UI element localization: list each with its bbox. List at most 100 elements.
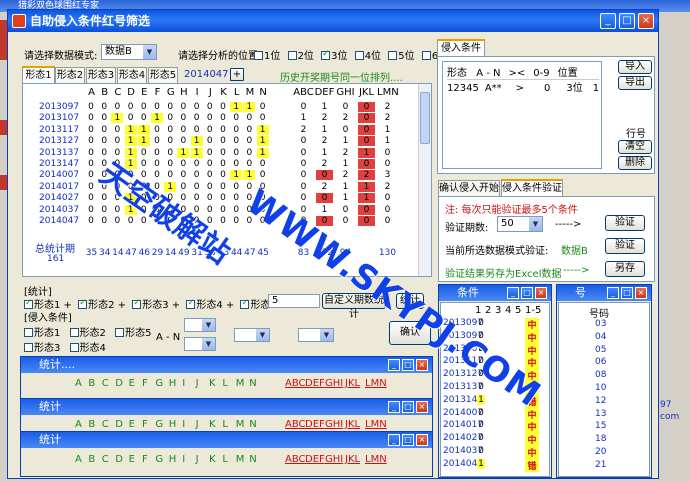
app-icon <box>12 14 26 28</box>
grid-total: 47 <box>244 248 256 258</box>
maximize-button[interactable]: □ <box>402 434 414 446</box>
maximize-button[interactable]: □ <box>402 401 414 413</box>
grid-group-cell: 2 <box>384 181 391 192</box>
stats-group-header: LMN <box>365 378 387 389</box>
cond-col1: 0 <box>478 433 484 444</box>
minimize-button[interactable]: _ <box>388 359 400 371</box>
save-as-button[interactable]: 另存 <box>605 261 645 277</box>
conditions-list[interactable]: 形态 A - N >< 0-9 位置 12345 A** >0 3位 1 <box>442 61 602 169</box>
verify-periods-select[interactable]: 50 ▼ <box>497 216 543 232</box>
minimize-button[interactable]: _ <box>388 434 400 446</box>
stats-col-header: B <box>88 378 96 389</box>
scrollbar-thumb[interactable] <box>420 92 430 144</box>
position-4-checkbox[interactable]: 4位 <box>354 51 381 62</box>
minimize-button[interactable]: _ <box>607 287 619 299</box>
maximize-button[interactable]: □ <box>402 359 414 371</box>
stats-form-2-checkbox[interactable]: 形态2 + <box>78 298 126 311</box>
grid-total: 45 <box>257 248 269 258</box>
intrude-form-2-checkbox[interactable]: 形态2 <box>69 328 106 339</box>
grid-cell: 0 <box>180 170 187 181</box>
grid-period: 2013137 <box>39 147 80 158</box>
position-1-checkbox[interactable]: 1位 <box>254 51 280 62</box>
grid-cell: 0 <box>101 124 108 135</box>
cond-col-header: 4 <box>505 305 512 316</box>
grid-group-cell: 0 <box>300 147 307 158</box>
add-tab-button[interactable]: + <box>230 68 244 81</box>
close-button[interactable]: × <box>416 434 428 446</box>
stats-col-header: N <box>249 419 257 430</box>
stats-form-4-checkbox[interactable]: 形态4 + <box>186 298 234 311</box>
intrude-form-1-checkbox[interactable]: 形态1 <box>24 328 60 339</box>
stats-value-input[interactable]: 5 <box>268 294 320 308</box>
grid-scrollbar[interactable] <box>418 84 431 276</box>
grid-cell: 0 <box>220 193 226 204</box>
position-3-checkbox[interactable]: 3位 <box>321 49 348 62</box>
grid-cell: 0 <box>140 102 147 112</box>
position-5-checkbox[interactable]: 5位 <box>388 51 415 62</box>
chevron-down-icon: ▼ <box>256 329 269 341</box>
grid-cell: 0 <box>180 113 187 124</box>
grid-group-cell: 1 <box>321 204 328 215</box>
position-2-checkbox[interactable]: 2位 <box>287 51 314 62</box>
close-button[interactable]: × <box>416 359 428 371</box>
grid-cell: 1 <box>243 102 256 112</box>
stats-window-titlebar[interactable]: 统计 <box>21 399 432 415</box>
tab-form-2[interactable]: 形态2 <box>55 67 85 83</box>
verify-button-1[interactable]: 验证 <box>605 215 645 231</box>
tab-form-4[interactable]: 形态4 <box>117 67 147 83</box>
intrude-form-3-checkbox[interactable]: 形态3 <box>24 343 60 354</box>
grid-cell: 0 <box>127 113 134 124</box>
stats-group-header: DEF <box>305 378 325 389</box>
close-button[interactable]: × <box>535 287 547 299</box>
tab-confirm-intrude[interactable]: 确认侵入开始 <box>438 180 500 196</box>
verify-button-2[interactable]: 验证 <box>605 238 645 254</box>
grid-group-cell: 3 <box>384 170 391 181</box>
export-button[interactable]: 导出 <box>618 76 652 90</box>
window-titlebar[interactable]: 自助侵入条件红号筛选 <box>8 10 658 32</box>
tab-verify-conditions[interactable]: 侵入条件验证 <box>501 179 563 196</box>
digit-select[interactable]: ▼ <box>298 328 334 342</box>
number-item: 13 <box>595 408 607 419</box>
intrude-form-5-checkbox[interactable]: 形态5 <box>115 328 152 339</box>
close-button[interactable]: × <box>416 401 428 413</box>
stats-col-header: F <box>142 378 148 389</box>
condition-row[interactable]: 12345 A** >0 3位 1 <box>447 79 599 94</box>
stats-window-titlebar[interactable]: 统计 <box>21 432 432 448</box>
number-list[interactable]: 号码 03 04 05 06 08 10 12 13 15 18 20 21 <box>558 302 650 477</box>
chevron-down-icon: ▼ <box>202 338 215 350</box>
tab-intrude-conditions[interactable]: 侵入条件 <box>437 39 485 56</box>
stats-col-header: K <box>209 378 216 389</box>
import-button[interactable]: 导入 <box>618 60 652 74</box>
total-periods-value: 161 <box>47 254 65 264</box>
maximize-button[interactable]: □ <box>621 287 633 299</box>
stats-col-header: J <box>195 419 199 430</box>
cond-result: 中 <box>525 330 539 344</box>
an-select-1[interactable]: ▼ <box>184 318 216 332</box>
minimize-button[interactable]: _ <box>507 287 519 299</box>
operator-select[interactable]: ▼ <box>234 328 270 342</box>
grid-group-cell: 1 <box>342 136 349 147</box>
stats-window-titlebar[interactable]: 统计.... <box>21 357 432 373</box>
delete-button[interactable]: 删除 <box>618 156 652 170</box>
close-button[interactable]: × <box>638 13 654 29</box>
stats-group-header: GHI <box>325 454 344 465</box>
grid-cell: 0 <box>180 102 187 112</box>
mode-select[interactable]: 数据B ▼ <box>101 44 157 60</box>
tab-form-3[interactable]: 形态3 <box>86 67 116 83</box>
grid-cell: 0 <box>206 170 213 181</box>
grid-group-cell: 0 <box>342 102 349 112</box>
clear-button[interactable]: 清空 <box>618 140 652 154</box>
minimize-button[interactable]: _ <box>388 401 400 413</box>
tab-form-5[interactable]: 形态5 <box>148 67 178 83</box>
minimize-button[interactable]: _ <box>600 13 616 29</box>
number-item: 03 <box>595 319 607 329</box>
cond-col1: 1 <box>477 458 485 469</box>
close-button[interactable]: × <box>635 287 647 299</box>
an-select-2[interactable]: ▼ <box>184 337 216 351</box>
intrude-form-4-checkbox[interactable]: 形态4 <box>69 343 106 354</box>
maximize-button[interactable]: □ <box>619 13 635 29</box>
tab-form-1[interactable]: 形态1 <box>22 66 55 83</box>
grid-group-header: DEF <box>314 87 335 98</box>
maximize-button[interactable]: □ <box>521 287 533 299</box>
stats-form-3-checkbox[interactable]: 形态3 + <box>132 298 180 311</box>
